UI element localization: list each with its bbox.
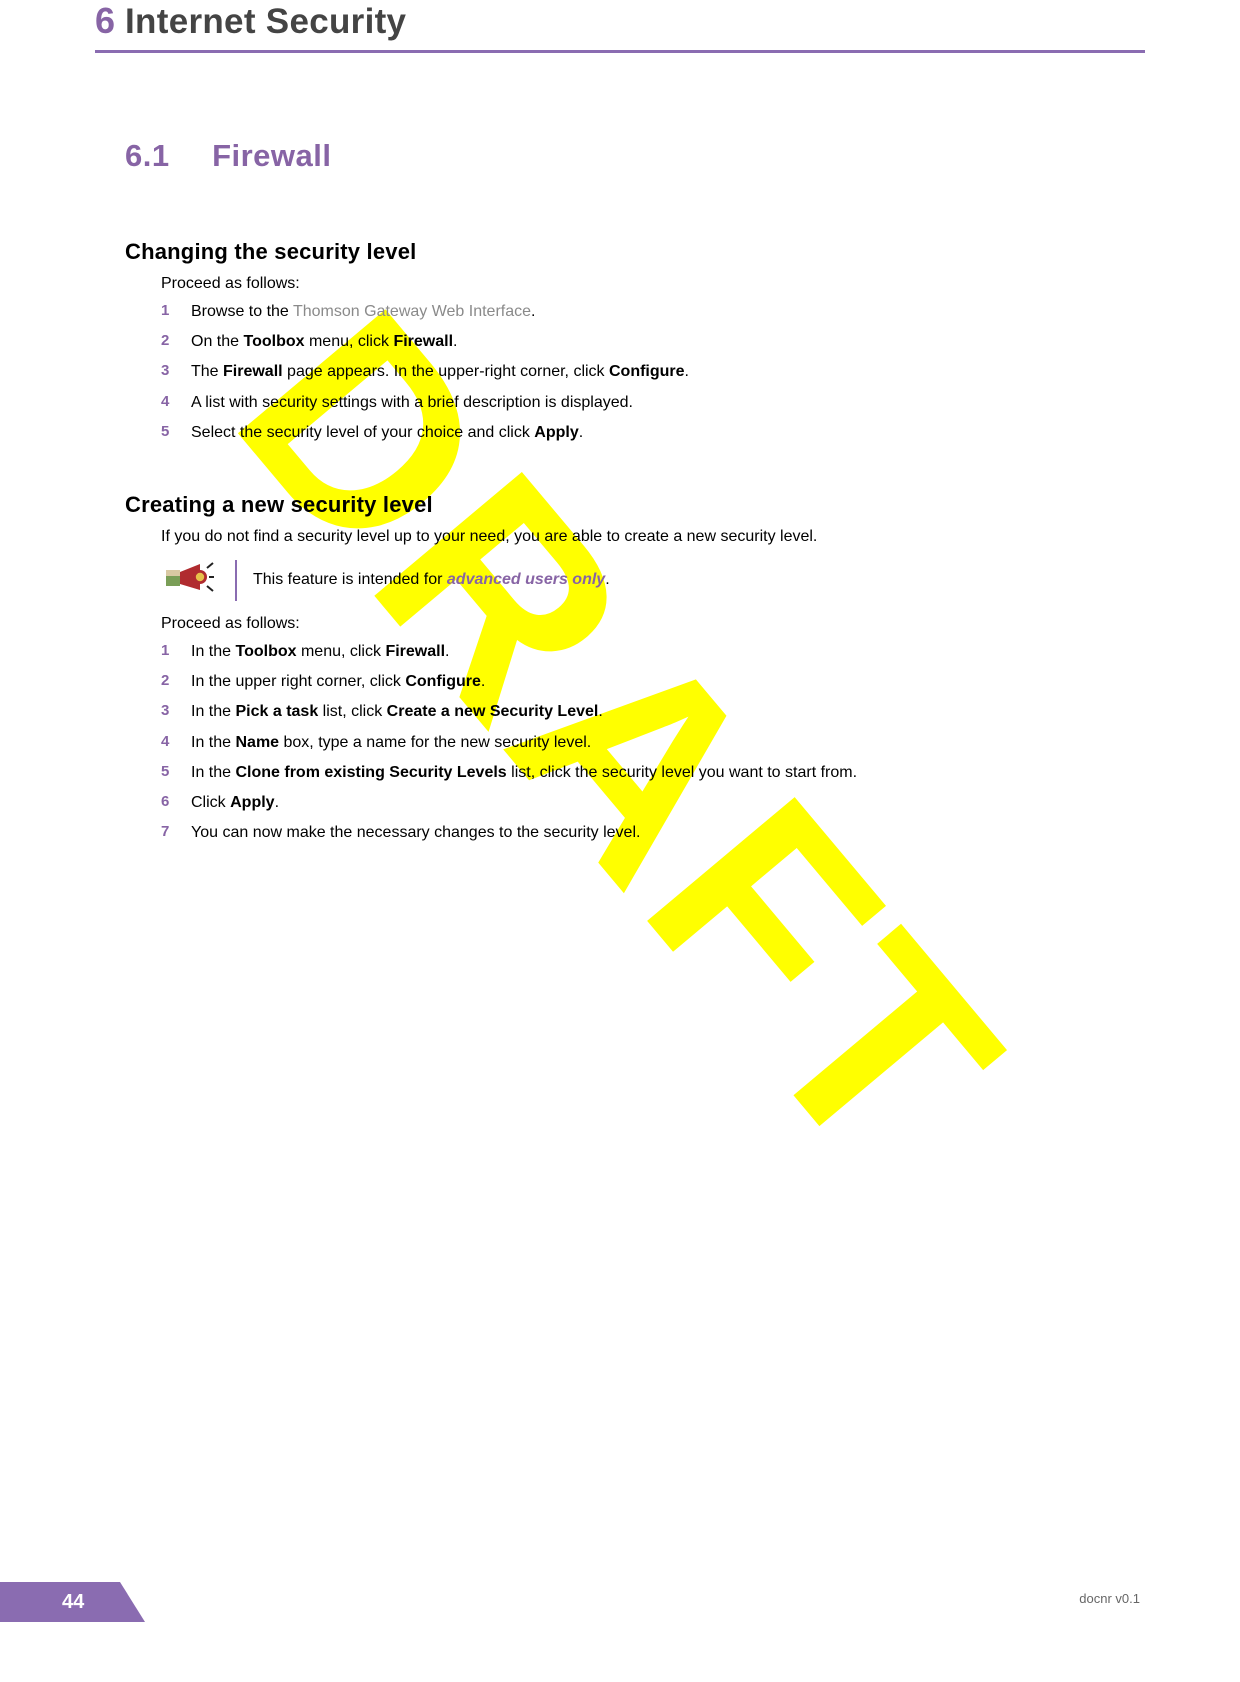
step-item: 6 Click Apply. [161,791,1145,814]
page-number: 44 [62,1591,84,1614]
intro-text: If you do not find a security level up t… [161,528,1145,546]
step-text: list, click the security level you want … [507,764,857,781]
bold-text: Firewall [385,643,445,660]
step-text: box, type a name for the new security le… [279,734,591,751]
step-number: 3 [161,700,169,722]
step-item: 4 A list with security settings with a b… [161,391,1145,414]
note-text-pre: This feature is intended for [253,571,442,589]
step-text: menu, click [297,643,386,660]
step-text: . [579,424,583,441]
step-text: . [531,303,535,320]
step-item: 2 In the upper right corner, click Confi… [161,670,1145,693]
bold-text: Pick a task [235,703,318,720]
section-title: Firewall [212,138,331,173]
step-text: Browse to the [191,303,293,320]
step-text: You can now make the necessary changes t… [191,824,640,841]
bold-text: Configure [405,673,481,690]
step-text: page appears. In the upper-right corner,… [283,363,609,380]
bold-text: Firewall [393,333,453,350]
sub-heading: Creating a new security level [125,492,1145,518]
step-number: 5 [161,421,169,443]
step-number: 3 [161,360,169,382]
step-number: 4 [161,391,169,413]
step-text: Click [191,794,230,811]
step-number: 6 [161,791,169,813]
footer-page-tab: 44 [0,1582,145,1622]
megaphone-icon [166,560,214,601]
section-heading: 6.1 Firewall [95,138,1145,174]
bold-text: Toolbox [235,643,296,660]
step-text: A list with security settings with a bri… [191,394,633,411]
step-number: 4 [161,731,169,753]
chapter-header: 6 Internet Security [95,0,1145,53]
bold-text: Toolbox [243,333,304,350]
step-number: 7 [161,821,169,843]
steps-list: 1 In the Toolbox menu, click Firewall. 2… [161,640,1145,844]
bold-text: Clone from existing Security Levels [235,764,506,781]
step-number: 2 [161,670,169,692]
note-text-post: . [605,571,609,589]
step-text: In the upper right corner, click [191,673,405,690]
note-callout: This feature is intended for advanced us… [161,560,1145,601]
step-item: 7 You can now make the necessary changes… [161,821,1145,844]
step-text: On the [191,333,243,350]
step-text: . [275,794,279,811]
step-number: 1 [161,640,169,662]
step-item: 4 In the Name box, type a name for the n… [161,731,1145,754]
step-number: 1 [161,300,169,322]
step-item: 1 In the Toolbox menu, click Firewall. [161,640,1145,663]
step-number: 2 [161,330,169,352]
step-number: 5 [161,761,169,783]
page-footer: 44 docnr v0.1 [0,1578,1240,1622]
section-number: 6.1 [125,138,170,173]
step-item: 1 Browse to the Thomson Gateway Web Inte… [161,300,1145,323]
chapter-rule [95,50,1145,53]
chapter-number: 6 [95,0,115,42]
bold-text: Firewall [223,363,283,380]
step-text: In the [191,764,235,781]
step-text: . [445,643,449,660]
bold-text: Apply [230,794,274,811]
step-text: In the [191,643,235,660]
bold-text: Create a new Security Level [387,703,599,720]
step-text: menu, click [305,333,394,350]
note-separator [235,560,237,601]
step-item: 3 In the Pick a task list, click Create … [161,700,1145,723]
step-text: list, click [318,703,386,720]
step-text: In the [191,734,235,751]
bold-text: Apply [534,424,578,441]
block-creating-security-level: Creating a new security level If you do … [125,492,1145,844]
step-item: 3 The Firewall page appears. In the uppe… [161,360,1145,383]
link-text: Thomson Gateway Web Interface [293,303,531,320]
steps-list: 1 Browse to the Thomson Gateway Web Inte… [161,300,1145,444]
bold-text: Configure [609,363,685,380]
step-text: . [598,703,602,720]
chapter-title: Internet Security [125,2,406,42]
step-text: Select the security level of your choice… [191,424,534,441]
sub-heading: Changing the security level [125,239,1145,265]
note-text: This feature is intended for advanced us… [253,560,610,601]
doc-version: docnr v0.1 [1079,1591,1140,1606]
step-text: . [481,673,485,690]
step-item: 5 In the Clone from existing Security Le… [161,761,1145,784]
step-text: The [191,363,223,380]
bold-text: Name [235,734,279,751]
step-text: In the [191,703,235,720]
intro-text: Proceed as follows: [161,615,1145,633]
step-item: 2 On the Toolbox menu, click Firewall. [161,330,1145,353]
step-text: . [685,363,689,380]
note-emphasis: advanced users only [447,571,605,589]
step-text: . [453,333,457,350]
block-changing-security-level: Changing the security level Proceed as f… [125,239,1145,444]
intro-text: Proceed as follows: [161,275,1145,293]
step-item: 5 Select the security level of your choi… [161,421,1145,444]
